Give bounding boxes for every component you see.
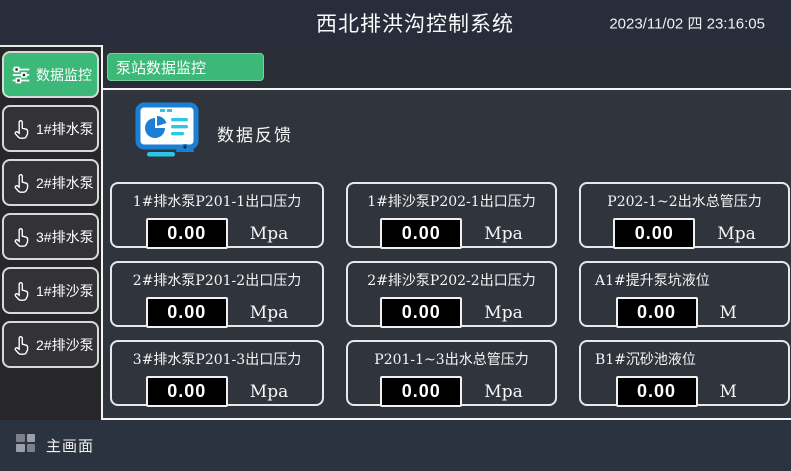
sidebar-item-label: 2#排水泵 (36, 173, 94, 193)
panel-title: 1#排沙泵P202-1出口压力 (348, 191, 555, 211)
value-display: 0.00 (380, 376, 462, 407)
home-label: 主画面 (46, 435, 94, 456)
sidebar-item-sand-pump-2[interactable]: 2#排沙泵 (2, 321, 99, 368)
data-panel: A1#提升泵坑液位 0.00 M (579, 261, 790, 327)
sidebar-item-label: 2#排沙泵 (36, 335, 94, 355)
panel-title: 2#排沙泵P202-2出口压力 (348, 270, 555, 290)
panel-title: 1#排水泵P201-1出口压力 (112, 191, 322, 211)
page-title: 西北排洪沟控制系统 (316, 8, 514, 38)
data-panel: 1#排沙泵P202-1出口压力 0.00 Mpa (346, 182, 557, 248)
sliders-icon (9, 63, 33, 87)
main-area: 泵站数据监控 (103, 45, 791, 418)
sidebar-item-label: 1#排水泵 (36, 119, 94, 139)
sidebar-item-drain-pump-2[interactable]: 2#排水泵 (2, 159, 99, 206)
home-button[interactable]: 主画面 (16, 433, 94, 458)
hand-pointer-icon (9, 279, 33, 303)
sidebar-item-sand-pump-1[interactable]: 1#排沙泵 (2, 267, 99, 314)
footer-bar: 主画面 (0, 420, 791, 471)
hand-pointer-icon (9, 117, 33, 141)
unit-label: M (720, 303, 754, 323)
unit-label: Mpa (250, 303, 288, 323)
scada-screen: 西北排洪沟控制系统 2023/11/02 四 23:16:05 数据监控 1#排… (0, 0, 791, 471)
unit-label: Mpa (250, 382, 288, 402)
data-panel: 2#排水泵P201-2出口压力 0.00 Mpa (110, 261, 324, 327)
panel-title: 3#排水泵P201-3出口压力 (112, 349, 322, 369)
panel-title: B1#沉砂池液位 (581, 349, 788, 369)
value-display: 0.00 (616, 297, 698, 328)
panel-title: 2#排水泵P201-2出口压力 (112, 270, 322, 290)
hand-pointer-icon (9, 333, 33, 357)
grid-squares-icon (16, 433, 36, 458)
monitor-chart-icon (133, 102, 201, 165)
hand-pointer-icon (9, 171, 33, 195)
value-display: 0.00 (380, 218, 462, 249)
data-panel: 1#排水泵P201-1出口压力 0.00 Mpa (110, 182, 324, 248)
data-panel: 3#排水泵P201-3出口压力 0.00 Mpa (110, 340, 324, 406)
datetime-display: 2023/11/02 四 23:16:05 (609, 12, 765, 33)
unit-label: Mpa (484, 382, 522, 402)
sidebar-item-label: 1#排沙泵 (36, 281, 94, 301)
sidebar-item-drain-pump-1[interactable]: 1#排水泵 (2, 105, 99, 152)
data-panel: B1#沉砂池液位 0.00 M (579, 340, 790, 406)
value-display: 0.00 (616, 376, 698, 407)
sidebar-item-data-monitor[interactable]: 数据监控 (2, 51, 99, 98)
unit-label: Mpa (484, 224, 522, 244)
panel-title: A1#提升泵坑液位 (581, 270, 788, 290)
sidebar: 数据监控 1#排水泵 2#排水泵 3#排水泵 (0, 45, 101, 420)
data-panel: P201-1~3出水总管压力 0.00 Mpa (346, 340, 557, 406)
value-display: 0.00 (613, 218, 695, 249)
unit-label: M (720, 382, 754, 402)
data-panel: P202-1~2出水总管压力 0.00 Mpa (579, 182, 790, 248)
value-display: 0.00 (146, 297, 228, 328)
unit-label: Mpa (717, 224, 755, 244)
header-bar: 西北排洪沟控制系统 2023/11/02 四 23:16:05 (0, 0, 791, 45)
sidebar-item-label: 3#排水泵 (36, 227, 94, 247)
value-display: 0.00 (146, 376, 228, 407)
hand-pointer-icon (9, 225, 33, 249)
unit-label: Mpa (250, 224, 288, 244)
data-panel: 2#排沙泵P202-2出口压力 0.00 Mpa (346, 261, 557, 327)
content-area: 数据反馈 1#排水泵P201-1出口压力 0.00 Mpa 1#排沙泵P202-… (103, 90, 791, 418)
tab-pump-station-monitor[interactable]: 泵站数据监控 (107, 53, 264, 81)
unit-label: Mpa (484, 303, 522, 323)
data-feedback-header: 数据反馈 (133, 102, 293, 165)
panel-title: P201-1~3出水总管压力 (348, 349, 555, 369)
sidebar-item-drain-pump-3[interactable]: 3#排水泵 (2, 213, 99, 260)
tab-bar: 泵站数据监控 (103, 45, 791, 88)
data-panel-grid: 1#排水泵P201-1出口压力 0.00 Mpa 1#排沙泵P202-1出口压力… (110, 182, 790, 406)
panel-title: P202-1~2出水总管压力 (581, 191, 788, 211)
value-display: 0.00 (146, 218, 228, 249)
section-title: 数据反馈 (217, 121, 293, 146)
value-display: 0.00 (380, 297, 462, 328)
sidebar-item-label: 数据监控 (36, 65, 92, 85)
